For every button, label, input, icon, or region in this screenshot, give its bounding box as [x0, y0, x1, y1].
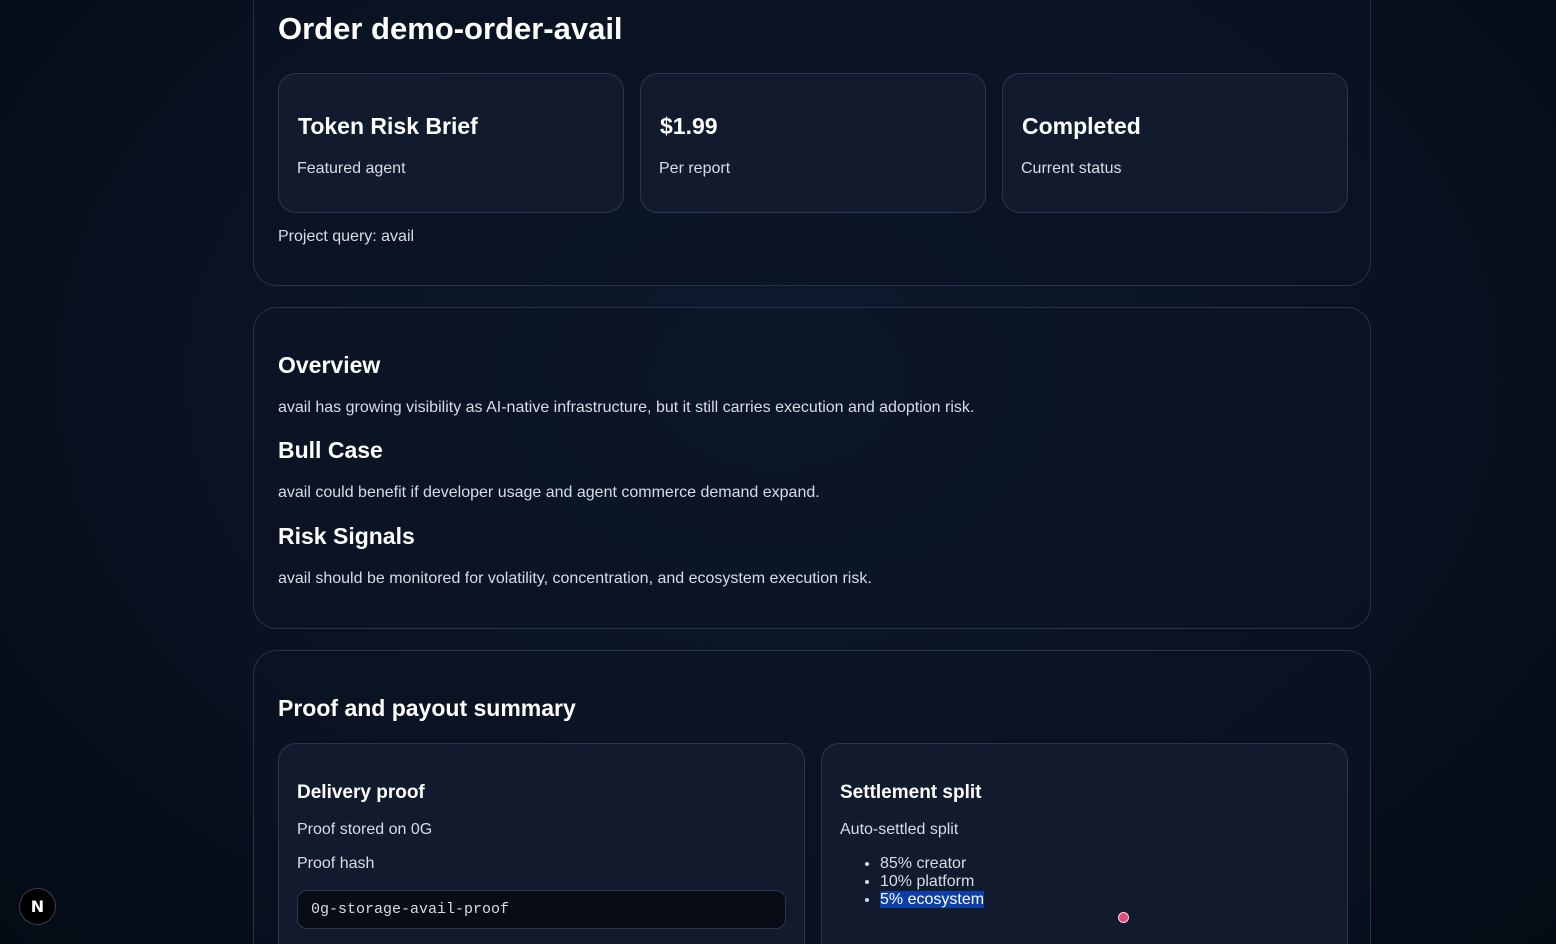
delivery-proof-card: Delivery proof Proof stored on 0G Proof … [278, 743, 805, 944]
storage-note: Proof stored on 0G [297, 821, 433, 838]
split-creator: 85% creator [880, 855, 967, 872]
stat-card-agent: Token Risk Brief Featured agent [278, 73, 624, 213]
settlement-split-title: Settlement split [840, 782, 982, 803]
overview-text: avail has growing visibility as AI-nativ… [278, 399, 975, 416]
status-value: Completed [1022, 113, 1141, 139]
badge-letter: N [30, 897, 45, 916]
page-title: Order demo-order-avail [278, 11, 623, 46]
list-item: 10% platform [880, 873, 984, 891]
settlement-subtitle: Auto-settled split [840, 821, 959, 838]
agent-label: Featured agent [297, 160, 406, 177]
bull-case-heading: Bull Case [278, 437, 383, 463]
proof-section-title: Proof and payout summary [278, 695, 576, 721]
nextjs-logo-icon[interactable]: N [19, 888, 56, 925]
stat-card-status: Completed Current status [1002, 73, 1348, 213]
price-value: $1.99 [660, 113, 718, 139]
proof-payout-panel: Proof and payout summary Delivery proof … [253, 650, 1371, 944]
agent-name: Token Risk Brief [298, 113, 478, 139]
delivery-proof-title: Delivery proof [297, 782, 425, 803]
risk-signals-heading: Risk Signals [278, 523, 415, 549]
split-platform: 10% platform [880, 873, 975, 890]
order-summary-panel: Order demo-order-avail Token Risk Brief … [253, 0, 1371, 286]
split-list: 85% creator 10% platform 5% ecosystem [840, 855, 985, 909]
cursor-dot-icon [1118, 912, 1129, 923]
bull-case-text: avail could benefit if developer usage a… [278, 484, 820, 501]
risk-signals-text: avail should be monitored for volatility… [278, 570, 872, 587]
list-item: 5% ecosystem [880, 891, 985, 909]
proof-hash-label: Proof hash [297, 855, 375, 872]
project-query: Project query: avail [278, 228, 415, 245]
split-ecosystem-selected: 5% ecosystem [880, 891, 985, 908]
proof-hash-value[interactable]: 0g-storage-avail-proof [297, 890, 786, 929]
report-panel: Overview avail has growing visibility as… [253, 307, 1371, 629]
settlement-split-card: Settlement split Auto-settled split 85% … [821, 743, 1348, 944]
price-label: Per report [659, 160, 731, 177]
list-item: 85% creator [880, 855, 984, 873]
overview-heading: Overview [278, 352, 381, 378]
status-label: Current status [1021, 160, 1122, 177]
stat-card-price: $1.99 Per report [640, 73, 986, 213]
